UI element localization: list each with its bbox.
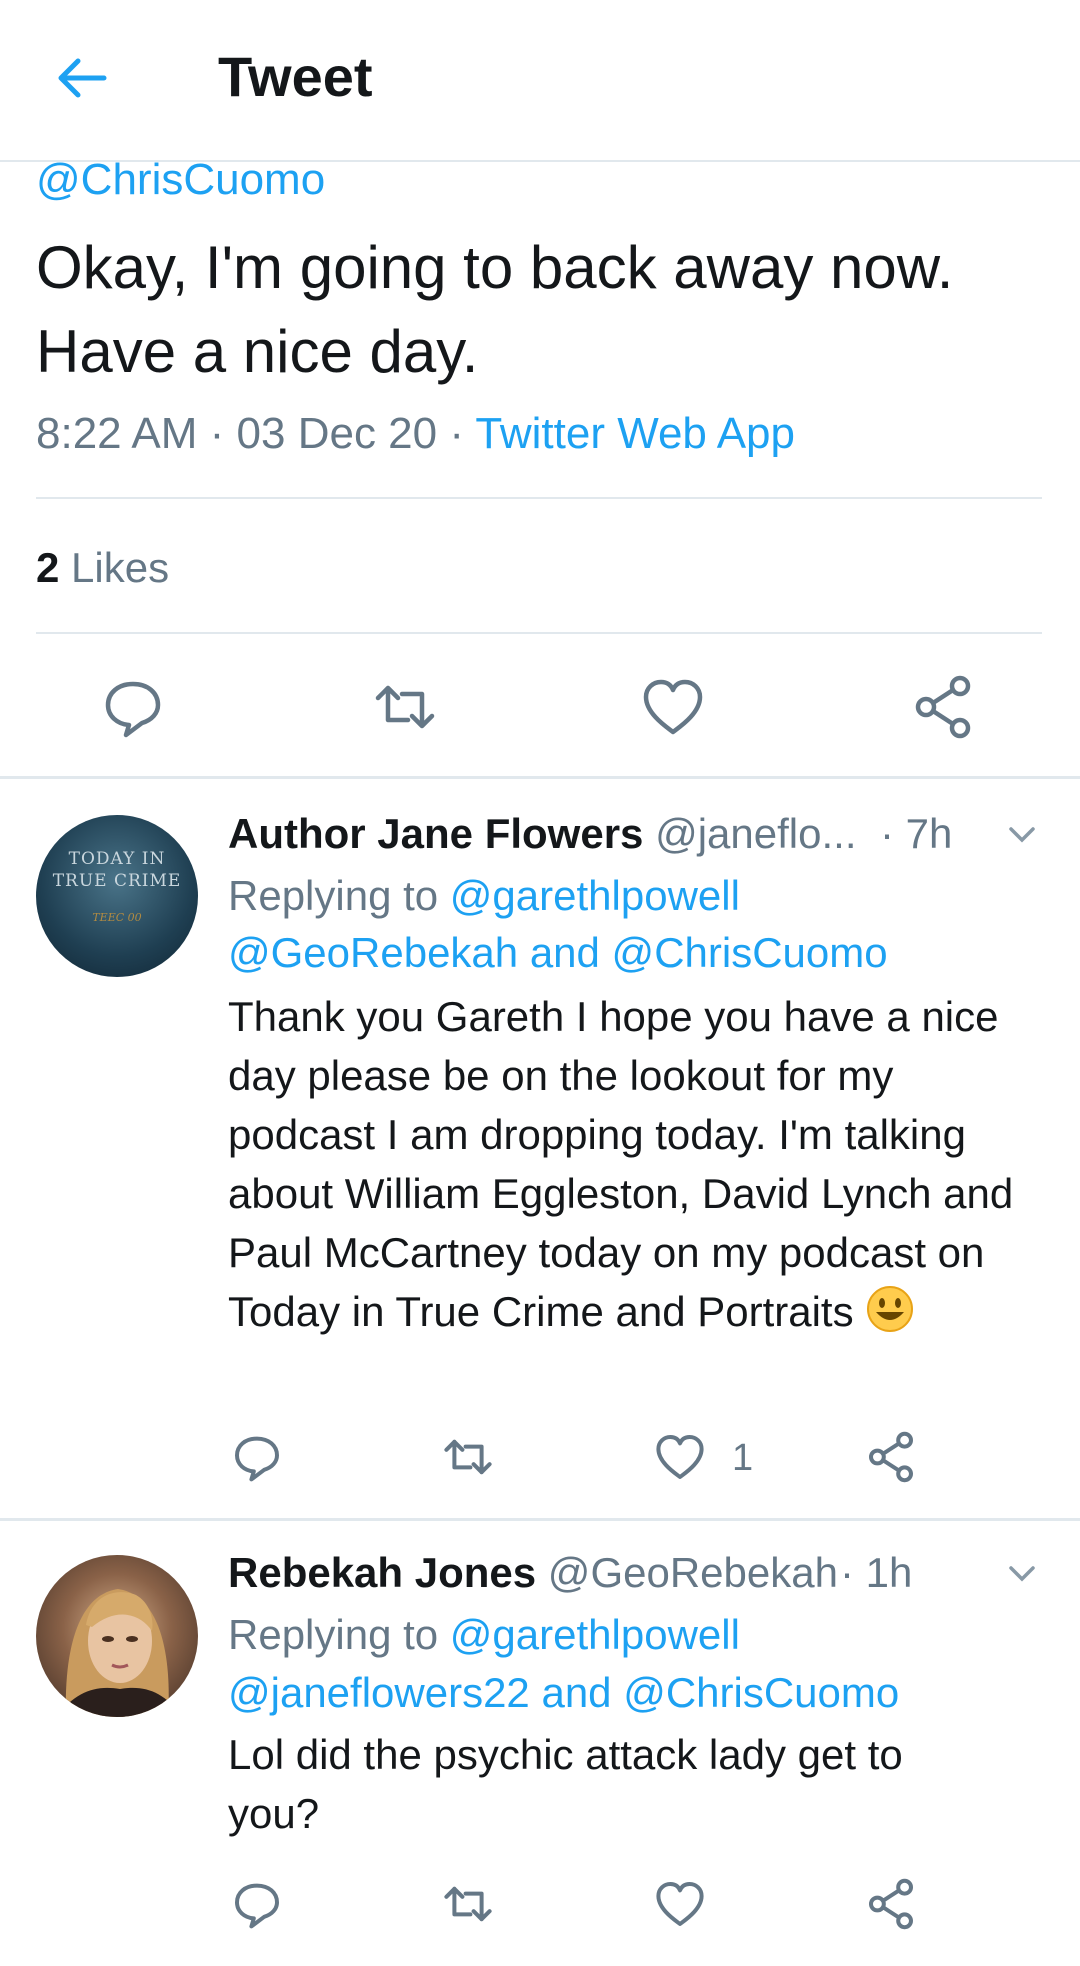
reply-text: Lol did the psychic attack lady get to y…	[228, 1731, 903, 1837]
reply-icon[interactable]	[229, 1429, 285, 1485]
avatar[interactable]: TODAY IN TRUE CRIME TEEC 00	[36, 815, 198, 977]
likes-summary[interactable]: 2 Likes	[36, 538, 169, 598]
reply-actions	[0, 1876, 1080, 1936]
like-icon[interactable]	[638, 672, 708, 742]
like-icon[interactable]	[652, 1429, 708, 1485]
reply-header: Author Jane Flowers @janeflo...	[228, 806, 856, 862]
tweet-timestamp: 8:22 AM · 03 Dec 20 ·	[36, 409, 476, 458]
author-name[interactable]: Author Jane Flowers	[228, 810, 643, 857]
replying-to: Replying to @garethlpowell	[228, 872, 740, 919]
reply-time: · 1h	[840, 1549, 913, 1596]
author-handle[interactable]: @janeflo...	[643, 810, 856, 857]
retweet-icon[interactable]	[440, 1876, 496, 1932]
replying-to: Replying to @garethlpowell	[228, 1611, 740, 1658]
main-tweet-mention[interactable]: @ChrisCuomo	[36, 152, 325, 208]
divider	[36, 632, 1042, 634]
retweet-icon[interactable]	[370, 672, 440, 742]
reply-actions: 1	[0, 1429, 1080, 1489]
retweet-icon[interactable]	[440, 1429, 496, 1485]
main-tweet-meta: 8:22 AM · 03 Dec 20 · Twitter Web App	[36, 404, 795, 464]
reply-mention[interactable]: @garethlpowell	[450, 872, 740, 919]
author-handle[interactable]: @GeoRebekah	[536, 1549, 838, 1596]
share-icon[interactable]	[863, 1876, 919, 1932]
portrait-image	[56, 1589, 182, 1717]
reply-icon[interactable]	[98, 672, 168, 742]
main-tweet-actions	[0, 672, 1080, 742]
reply-time: · 7h	[880, 810, 953, 857]
chevron-down-icon[interactable]	[1007, 1564, 1037, 1584]
divider	[36, 497, 1042, 499]
smiley-emoji-icon	[865, 1284, 915, 1334]
tweet-source-link[interactable]: Twitter Web App	[475, 409, 795, 458]
page-title: Tweet	[218, 45, 373, 108]
share-icon[interactable]	[908, 672, 978, 742]
reply-mention[interactable]: @garethlpowell	[450, 1611, 740, 1658]
top-bar: Tweet	[0, 0, 1080, 162]
reply-icon[interactable]	[229, 1876, 285, 1932]
section-divider	[0, 1518, 1080, 1521]
like-icon[interactable]	[652, 1876, 708, 1932]
reply-mentions[interactable]: @janeflowers22 and @ChrisCuomo	[228, 1665, 899, 1721]
back-arrow-icon[interactable]	[52, 48, 112, 108]
avatar[interactable]	[36, 1555, 198, 1717]
reply-mentions[interactable]: @GeoRebekah and @ChrisCuomo	[228, 925, 888, 981]
likes-label: Likes	[59, 544, 170, 591]
reply-header: Rebekah Jones @GeoRebekah	[228, 1545, 838, 1601]
author-name[interactable]: Rebekah Jones	[228, 1549, 536, 1596]
main-tweet-text: Okay, I'm going to back away now. Have a…	[36, 234, 954, 385]
share-icon[interactable]	[863, 1429, 919, 1485]
likes-count: 2	[36, 544, 60, 591]
chevron-down-icon[interactable]	[1007, 825, 1037, 845]
reply-text: Thank you Gareth I hope you have a nice …	[228, 993, 1014, 1335]
like-count: 1	[732, 1437, 754, 1479]
section-divider	[0, 776, 1080, 779]
